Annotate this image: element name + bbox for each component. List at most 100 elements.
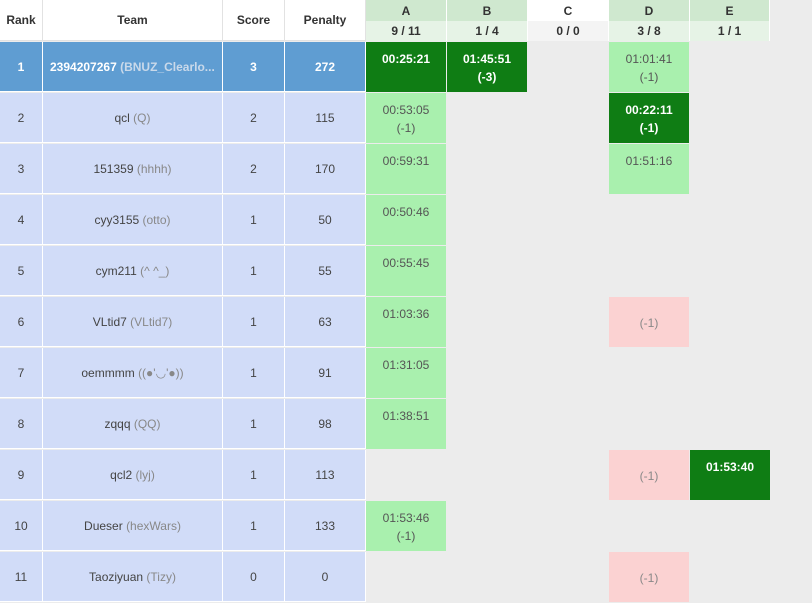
- score-cell: 1: [223, 246, 285, 296]
- team-name: zqqq: [104, 416, 131, 431]
- attempt-count: (-3): [477, 70, 497, 84]
- team-cell[interactable]: VLtid7 (VLtid7): [43, 297, 223, 347]
- accept-time: 00:55:45: [382, 256, 430, 270]
- problem-cell-a[interactable]: 00:55:45: [366, 246, 446, 296]
- problem-label: D: [644, 4, 654, 18]
- rank-cell: 6: [0, 297, 43, 347]
- team-header[interactable]: Team: [43, 0, 223, 41]
- problem-cell-d[interactable]: 01:51:16: [609, 144, 689, 194]
- table-row[interactable]: 1 2394207267 (BNUZ_Clearlo... 3 272: [0, 42, 366, 93]
- problem-header-c[interactable]: C 0 / 0: [528, 0, 609, 41]
- penalty-cell: 170: [285, 144, 366, 194]
- team-cell[interactable]: 151359 (hhhh): [43, 144, 223, 194]
- rank-cell: 4: [0, 195, 43, 245]
- team-cell[interactable]: cyy3155 (otto): [43, 195, 223, 245]
- table-row[interactable]: 9 qcl2 (lyj) 1 113: [0, 450, 366, 501]
- team-name: cym211: [95, 263, 137, 278]
- team-nickname: (VLtid7): [130, 314, 173, 329]
- score-cell: 1: [223, 195, 285, 245]
- rank-cell: 7: [0, 348, 43, 398]
- problem-cell-d[interactable]: (-1): [609, 552, 689, 602]
- problem-stat: 1 / 4: [475, 24, 499, 38]
- team-nickname: (^ ^_): [140, 263, 170, 278]
- team-cell[interactable]: qcl (Q): [43, 93, 223, 143]
- penalty-cell: 50: [285, 195, 366, 245]
- attempt-count: (-1): [639, 70, 659, 84]
- rank-cell: 11: [0, 552, 43, 602]
- team-cell[interactable]: cym211 (^ ^_): [43, 246, 223, 296]
- problem-stat: 3 / 8: [637, 24, 661, 38]
- team-cell[interactable]: qcl2 (lyj): [43, 450, 223, 500]
- penalty-cell: 113: [285, 450, 366, 500]
- accept-time: 01:45:51: [462, 52, 512, 66]
- penalty-cell: 272: [285, 42, 366, 92]
- problem-cell-a[interactable]: 01:03:36: [366, 297, 446, 347]
- score-cell: 3: [223, 42, 285, 92]
- accept-time: 00:25:21: [381, 52, 431, 66]
- score-cell: 1: [223, 501, 285, 551]
- penalty-cell: 115: [285, 93, 366, 143]
- table-row[interactable]: 11 Taoziyuan (Tizy) 0 0: [0, 552, 366, 603]
- problem-stat: 1 / 1: [717, 24, 742, 38]
- accept-time: 01:03:36: [382, 307, 430, 321]
- team-nickname: (hhhh): [136, 161, 172, 176]
- rank-cell: 5: [0, 246, 43, 296]
- table-row[interactable]: 8 zqqq (QQ) 1 98: [0, 399, 366, 450]
- team-cell[interactable]: Taoziyuan (Tizy): [43, 552, 223, 602]
- problem-cell-b[interactable]: 01:45:51 (-3): [447, 42, 527, 92]
- problem-cell-a[interactable]: 01:38:51: [366, 399, 446, 449]
- rank-header[interactable]: Rank: [0, 0, 43, 41]
- problem-cell-d[interactable]: (-1): [609, 450, 689, 500]
- score-header[interactable]: Score: [223, 0, 285, 41]
- score-cell: 1: [223, 399, 285, 449]
- problem-header-d[interactable]: D 3 / 8: [609, 0, 690, 41]
- team-cell[interactable]: 2394207267 (BNUZ_Clearlo...: [43, 42, 223, 92]
- rank-cell: 1: [0, 42, 43, 92]
- table-row[interactable]: 4 cyy3155 (otto) 1 50: [0, 195, 366, 246]
- table-row[interactable]: 5 cym211 (^ ^_) 1 55: [0, 246, 366, 297]
- table-row[interactable]: 6 VLtid7 (VLtid7) 1 63: [0, 297, 366, 348]
- problem-header-a[interactable]: A 9 / 11: [366, 0, 447, 41]
- problem-label: A: [401, 4, 411, 18]
- problem-cell-d[interactable]: 01:01:41 (-1): [609, 42, 689, 92]
- rank-cell: 3: [0, 144, 43, 194]
- penalty-cell: 63: [285, 297, 366, 347]
- team-name: 151359: [93, 161, 134, 176]
- penalty-header[interactable]: Penalty: [285, 0, 366, 41]
- problem-cell-e[interactable]: 01:53:40: [690, 450, 770, 500]
- team-cell[interactable]: zqqq (QQ): [43, 399, 223, 449]
- team-nickname: (Tizy): [146, 569, 176, 584]
- problem-header-b[interactable]: B 1 / 4: [447, 0, 528, 41]
- table-row[interactable]: 3 151359 (hhhh) 2 170: [0, 144, 366, 195]
- table-row[interactable]: 7 oemmmm ((●'◡'●)) 1 91: [0, 348, 366, 399]
- attempt-count: (-1): [639, 571, 659, 585]
- team-nickname: (QQ): [133, 416, 161, 431]
- problem-cell-a[interactable]: 00:59:31: [366, 144, 446, 194]
- penalty-cell: 0: [285, 552, 366, 602]
- team-nickname: (BNUZ_Clearlo...: [120, 59, 215, 74]
- table-row[interactable]: 2 qcl (Q) 2 115: [0, 93, 366, 144]
- penalty-cell: 98: [285, 399, 366, 449]
- problem-cell-d[interactable]: (-1): [609, 297, 689, 347]
- problem-cell-a[interactable]: 00:50:46: [366, 195, 446, 245]
- team-cell[interactable]: Dueser (hexWars): [43, 501, 223, 551]
- problem-header-e[interactable]: E 1 / 1: [690, 0, 770, 41]
- problem-cell-a[interactable]: 01:53:46 (-1): [366, 501, 446, 551]
- team-nickname: (Q): [133, 110, 151, 125]
- team-cell[interactable]: oemmmm ((●'◡'●)): [43, 348, 223, 398]
- team-nickname: ((●'◡'●)): [138, 365, 184, 380]
- table-row[interactable]: 10 Dueser (hexWars) 1 133: [0, 501, 366, 552]
- problem-cell-a[interactable]: 01:31:05: [366, 348, 446, 398]
- problem-cell-d[interactable]: 00:22:11 (-1): [609, 93, 689, 143]
- team-name: qcl2: [110, 467, 133, 482]
- problem-cell-a[interactable]: 00:25:21: [366, 42, 446, 92]
- team-name: qcl: [114, 110, 130, 125]
- team-name: Dueser: [84, 518, 123, 533]
- score-cell: 1: [223, 450, 285, 500]
- team-name: cyy3155: [94, 212, 140, 227]
- team-name: VLtid7: [92, 314, 127, 329]
- team-nickname: (hexWars): [126, 518, 181, 533]
- problem-cell-a[interactable]: 00:53:05 (-1): [366, 93, 446, 143]
- problem-label: E: [725, 4, 734, 18]
- accept-time: 01:53:40: [705, 460, 755, 474]
